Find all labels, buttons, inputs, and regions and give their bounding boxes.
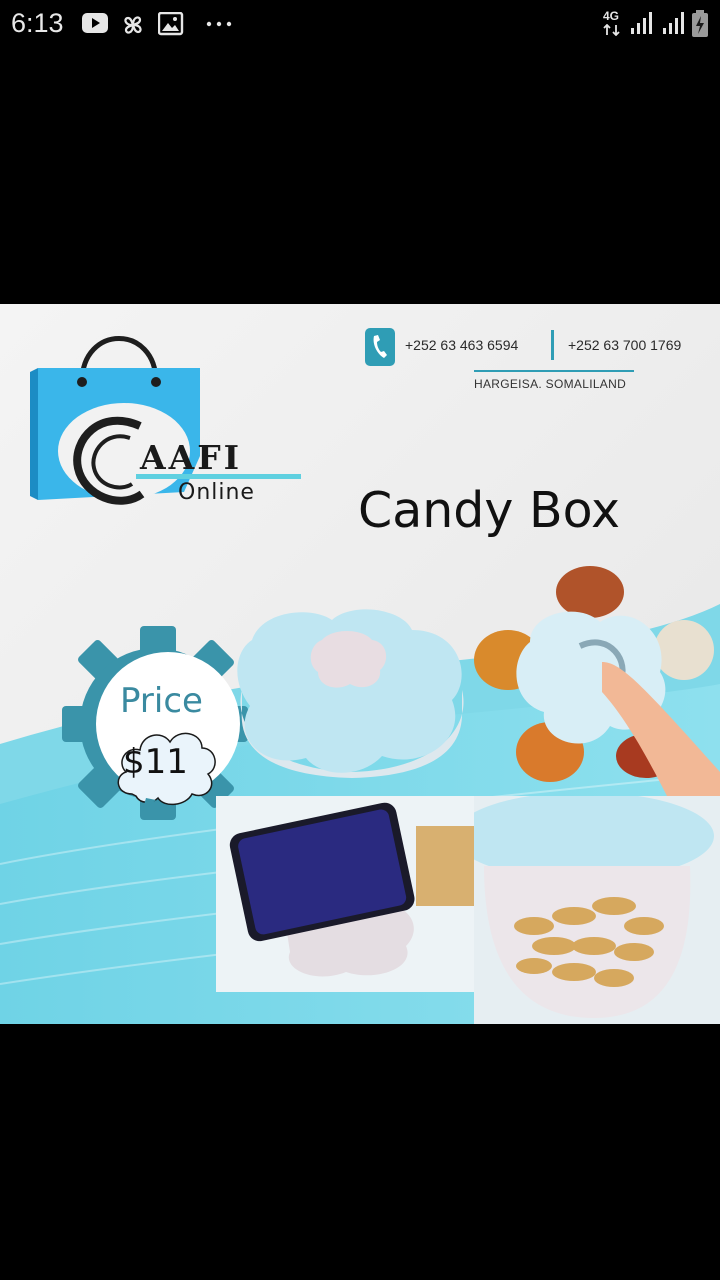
brand-subtitle: Online <box>178 480 255 505</box>
contact-phone-1: +252 63 463 6594 <box>405 337 519 353</box>
status-bar: 6:13 4G <box>0 0 720 48</box>
contact-divider <box>551 330 554 360</box>
contact-underline <box>474 370 634 372</box>
image-icon <box>158 12 184 36</box>
battery-icon <box>692 10 708 37</box>
contact-phone-2: +252 63 700 1769 <box>568 337 682 353</box>
signal-icon <box>663 12 684 34</box>
signal-icon <box>631 12 652 34</box>
candy-box-closed-image <box>237 609 464 778</box>
product-title: Candy Box <box>358 482 621 539</box>
phone-icon <box>365 328 395 366</box>
brand-name: AAFI <box>140 438 243 477</box>
fan-icon <box>124 16 142 34</box>
youtube-icon <box>82 13 108 33</box>
price-label: Price <box>120 681 203 721</box>
logo-swirl <box>73 416 145 505</box>
candy-box-open-image <box>474 566 720 802</box>
phone-stand-image <box>216 796 474 992</box>
image-viewer[interactable] <box>0 304 720 1024</box>
price-value: $11 <box>123 742 188 782</box>
contact-location: HARGEISA. SOMALILAND <box>474 377 627 391</box>
more-icon <box>206 21 232 27</box>
status-time: 6:13 <box>11 8 64 38</box>
data-arrows-icon <box>603 24 620 36</box>
network-type: 4G <box>603 9 620 23</box>
peanuts-tray-image <box>474 796 720 1024</box>
